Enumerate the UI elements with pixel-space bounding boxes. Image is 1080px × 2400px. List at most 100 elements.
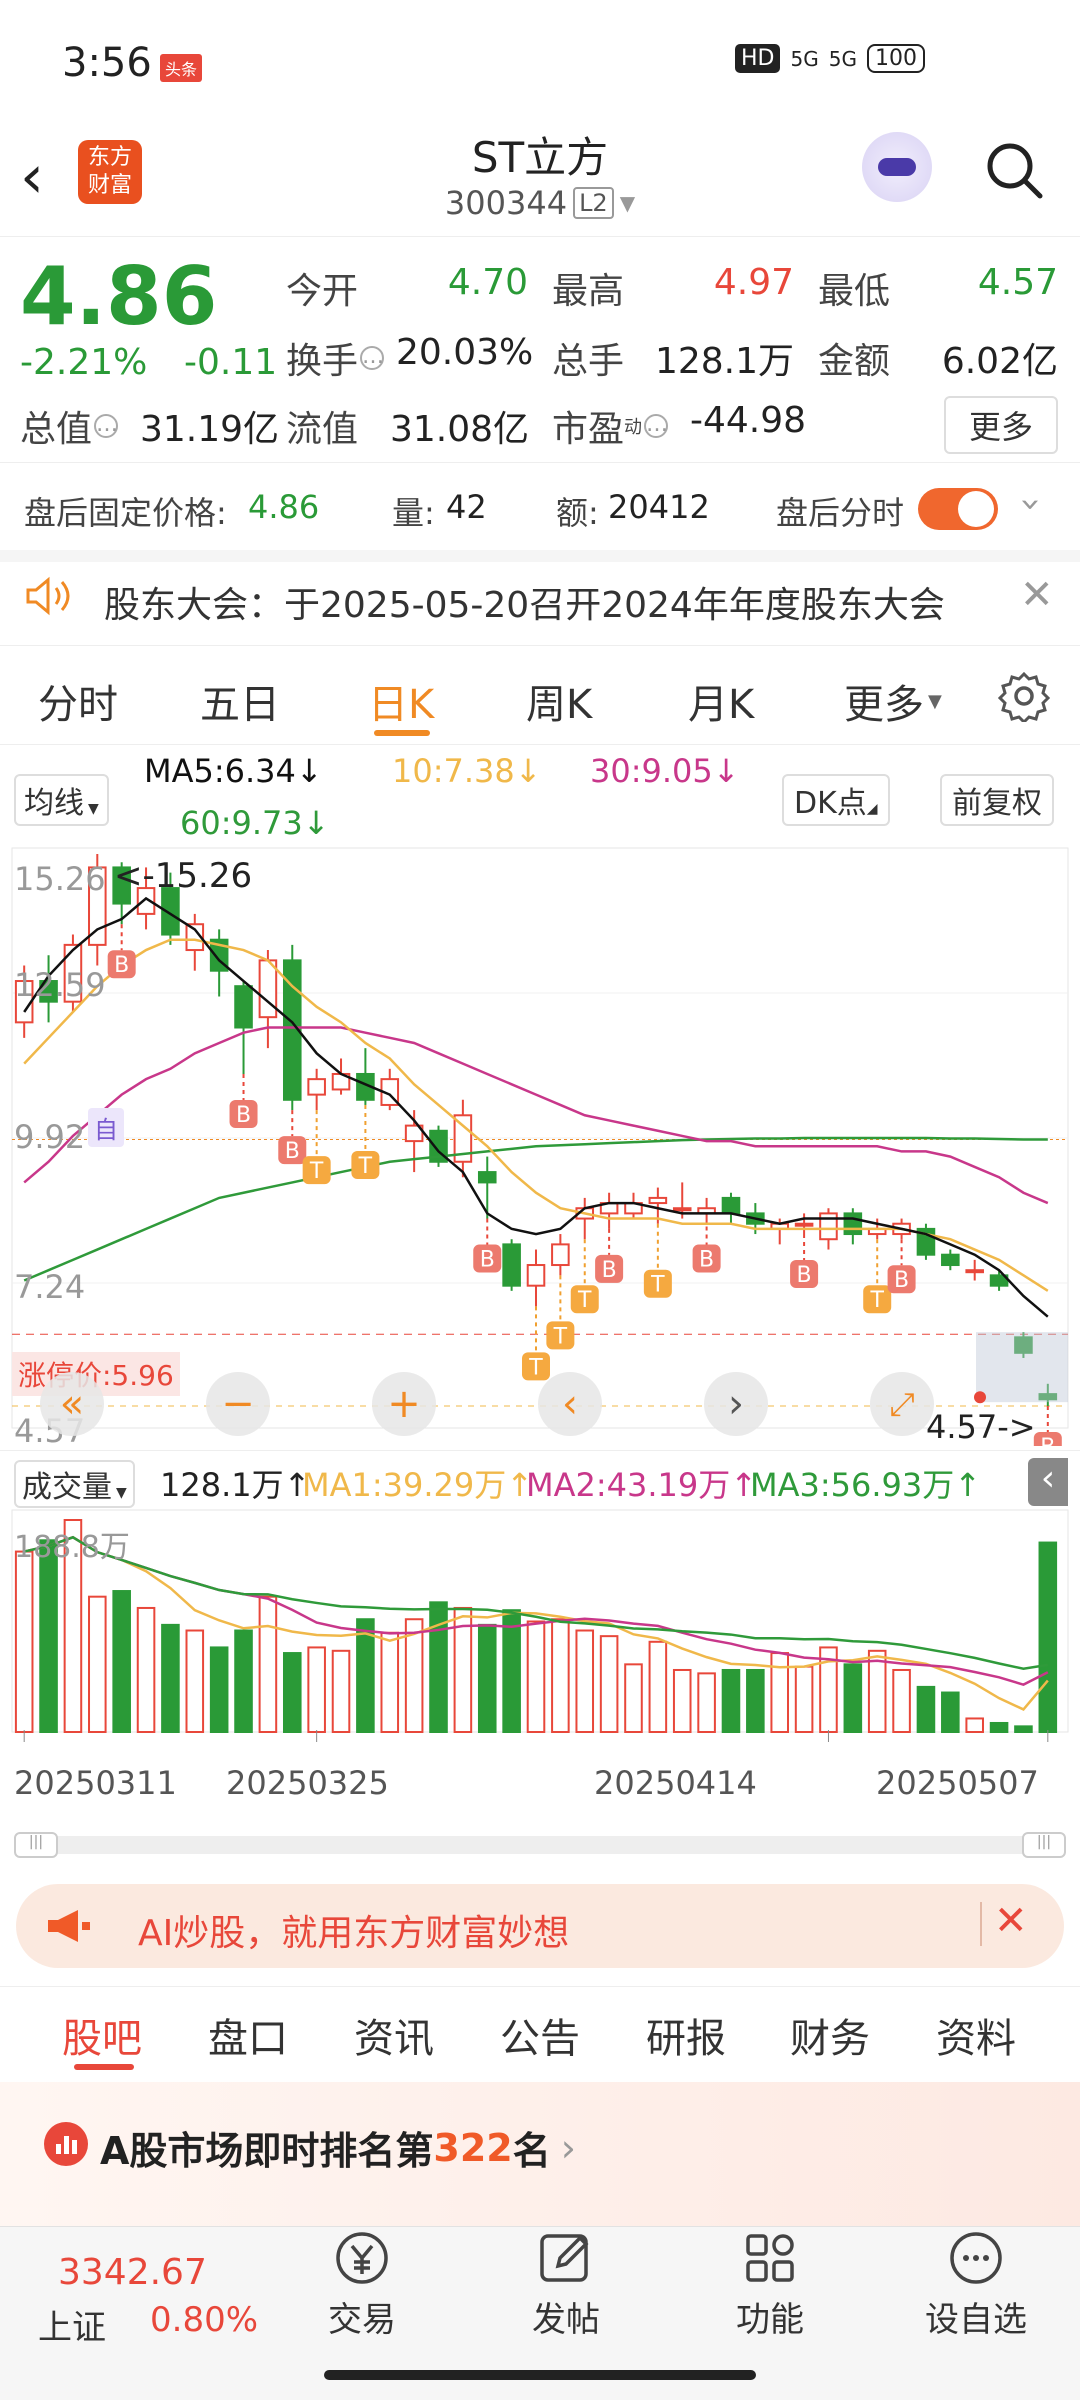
date-label-1: 20250311 (14, 1764, 177, 1802)
range-slider-track[interactable] (14, 1836, 1066, 1854)
nav-post[interactable]: 发帖 (496, 2230, 636, 2341)
volume-bar (477, 1623, 497, 1733)
robot-avatar-icon[interactable] (862, 132, 932, 202)
marker-label: B (699, 1248, 714, 1273)
volume-bar (112, 1590, 131, 1733)
volume-label: 总手 (552, 341, 625, 382)
volume-bar (307, 1646, 326, 1734)
ad-divider (980, 1902, 982, 1946)
rank-text[interactable]: A股市场即时排名第 322 名 › (100, 2120, 576, 2175)
index-value[interactable]: 3342.67 (58, 2252, 207, 2293)
nav-functions-label: 功能 (736, 2300, 804, 2340)
volume-select[interactable]: 成交量 ▼ (14, 1460, 135, 1508)
scroll-left-fast-icon[interactable]: « (40, 1372, 104, 1436)
volume-bar (1014, 1725, 1033, 1734)
tab-research[interactable]: 研报 (646, 2006, 726, 2064)
volume-select-label: 成交量 (22, 1470, 112, 1505)
volume-bar (380, 1631, 400, 1733)
afterhours-toggle[interactable] (918, 488, 998, 530)
ma60-value: 60:9.73↓ (180, 804, 330, 842)
chevron-down-icon[interactable]: › (1011, 497, 1052, 511)
signal-icon-1: 5G (790, 46, 819, 71)
tab-monthly-k[interactable]: 月K (688, 672, 754, 730)
yen-icon (336, 2232, 388, 2284)
tab-finance[interactable]: 财务 (790, 2006, 870, 2064)
range-handle-left[interactable]: ||| (14, 1832, 58, 1858)
gear-icon[interactable] (997, 670, 1051, 725)
volume-bar (282, 1652, 302, 1733)
tab-five-day[interactable]: 五日 (200, 672, 280, 730)
marker-label: B (236, 1103, 251, 1128)
notice-text[interactable]: 股东大会：于2025-05-20召开2024年年度股东大会 (104, 576, 945, 628)
tab-news[interactable]: 资讯 (354, 2006, 434, 2064)
float-label: 流值 (286, 409, 359, 450)
indicator-select[interactable]: 均线 ▼ (14, 774, 109, 826)
float-value: 31.08亿 (390, 409, 530, 450)
tab-forum[interactable]: 股吧 (62, 2006, 142, 2064)
ad-text[interactable]: AI炒股，就用东方财富妙想 (138, 1904, 569, 1956)
nav-trade[interactable]: 交易 (292, 2230, 432, 2341)
candle-body (941, 1253, 960, 1267)
pe-label-row[interactable]: 市盈动… (552, 400, 669, 452)
candle-body (258, 959, 278, 1019)
nav-add-watchlist[interactable]: 设自选 (906, 2230, 1046, 2341)
volume-bar (39, 1539, 58, 1734)
pe-sup: 动 (624, 417, 643, 438)
nav-functions[interactable]: 功能 (700, 2230, 840, 2341)
range-handle-right[interactable]: ||| (1022, 1832, 1066, 1858)
scroll-right-icon[interactable]: › (704, 1372, 768, 1436)
indicator-select-label: 均线 (24, 786, 84, 821)
volume-bar (989, 1721, 1009, 1734)
turnover-label: 换手 (286, 341, 359, 382)
tab-announcements[interactable]: 公告 (500, 2006, 580, 2064)
mktcap-label-row[interactable]: 总值… (20, 400, 119, 452)
volume-chart[interactable] (0, 1508, 1080, 1744)
open-label: 今开 (286, 271, 359, 312)
nav-post-label: 发帖 (532, 2300, 600, 2340)
vol-ma3: MA3:56.93万↑ (750, 1466, 982, 1504)
amount-value: 6.02亿 (941, 341, 1058, 382)
more-button[interactable]: 更多 (944, 396, 1058, 454)
tab-weekly-k[interactable]: 周K (526, 672, 592, 730)
candle-body (477, 1171, 497, 1184)
dk-button[interactable]: DK点◢ (782, 774, 890, 826)
tab-orderbook[interactable]: 盘口 (208, 2006, 288, 2064)
volume-bar (746, 1668, 765, 1734)
marker-label: T (650, 1273, 665, 1298)
volume-bar (965, 1717, 984, 1733)
high-value: 4.97 (713, 262, 794, 303)
close-icon[interactable]: ✕ (1020, 572, 1054, 618)
selection-box (976, 1332, 1068, 1403)
candle-body (721, 1196, 741, 1215)
zoom-out-icon[interactable]: − (206, 1372, 270, 1436)
volume-bar (648, 1640, 668, 1733)
search-icon[interactable] (984, 140, 1043, 199)
marker-label: T (869, 1288, 884, 1313)
chevron-right-icon: › (560, 2125, 576, 2170)
y-label-3: 9.92 (14, 1118, 86, 1156)
mktcap-label: 总值 (20, 409, 93, 450)
megaphone-icon (44, 1906, 92, 1946)
afterhours-amt-label: 额: (556, 494, 599, 532)
signal-icon-2: 5G (828, 46, 857, 71)
expand-icon[interactable]: ⤢ (870, 1372, 934, 1436)
amount-label: 金额 (818, 341, 891, 382)
volume-bar (941, 1691, 960, 1734)
tab-daily-k[interactable]: 日K (368, 672, 434, 730)
volume-bar (867, 1649, 887, 1734)
volume-bar (575, 1629, 595, 1733)
turnover-label-row[interactable]: 换手… (286, 332, 385, 384)
tab-intraday[interactable]: 分时 (38, 672, 118, 730)
last-price: 4.86 (20, 250, 218, 343)
change-value: -0.11 (184, 342, 278, 383)
collapse-panel-icon[interactable]: ‹ (1028, 1458, 1068, 1506)
tab-more[interactable]: 更多 ▼ (844, 672, 942, 730)
scroll-left-icon[interactable]: ‹ (538, 1372, 602, 1436)
ma5-value: MA5:6.34↓ (144, 752, 323, 790)
candle-body (307, 1078, 326, 1096)
zoom-in-icon[interactable]: + (372, 1372, 436, 1436)
ad-close-icon[interactable]: ✕ (994, 1898, 1028, 1944)
adjust-button[interactable]: 前复权 (940, 774, 1054, 826)
tab-profile[interactable]: 资料 (936, 2006, 1016, 2064)
volume-bar (916, 1685, 936, 1733)
